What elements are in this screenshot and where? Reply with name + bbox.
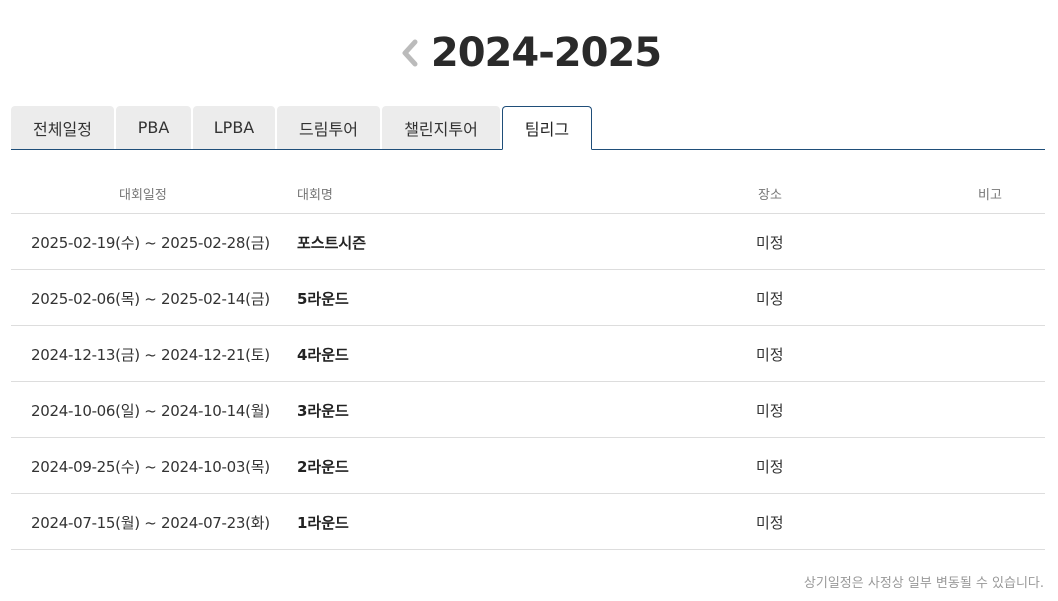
schedule-table: 2025-02-19(수) ~ 2025-02-28(금) 포스트시즌 미정 2…	[11, 214, 1045, 550]
header-place: 장소	[758, 188, 782, 203]
chevron-left-icon[interactable]	[397, 33, 423, 73]
tab-all-schedule[interactable]: 전체일정	[11, 106, 114, 149]
row-name[interactable]: 3라운드	[297, 382, 349, 438]
tab-team-league[interactable]: 팀리그	[502, 106, 592, 150]
row-name[interactable]: 2라운드	[297, 438, 349, 494]
table-header: 대회일정 대회명 장소 비고	[11, 172, 1045, 214]
row-name[interactable]: 5라운드	[297, 270, 349, 326]
schedule-disclaimer: 상기일정은 사정상 일부 변동될 수 있습니다.	[803, 576, 1044, 591]
tab-challenge-tour[interactable]: 챌린지투어	[382, 106, 500, 149]
season-header: 2024-2025	[0, 30, 1058, 76]
table-row: 2024-12-13(금) ~ 2024-12-21(토) 4라운드 미정	[11, 326, 1045, 382]
row-place: 미정	[756, 457, 784, 476]
header-note: 비고	[978, 188, 1002, 203]
tab-lpba[interactable]: LPBA	[193, 106, 275, 149]
table-row: 2025-02-19(수) ~ 2025-02-28(금) 포스트시즌 미정	[11, 214, 1045, 270]
row-date: 2025-02-06(목) ~ 2025-02-14(금)	[31, 289, 270, 308]
row-date: 2024-12-13(금) ~ 2024-12-21(토)	[31, 345, 270, 364]
row-date: 2025-02-19(수) ~ 2025-02-28(금)	[31, 233, 270, 252]
tab-pba[interactable]: PBA	[116, 106, 191, 149]
header-date: 대회일정	[119, 188, 167, 203]
tab-bar: 전체일정 PBA LPBA 드림투어 챌린지투어 팀리그	[11, 106, 1045, 150]
table-row: 2024-07-15(월) ~ 2024-07-23(화) 1라운드 미정	[11, 494, 1045, 550]
table-row: 2024-09-25(수) ~ 2024-10-03(목) 2라운드 미정	[11, 438, 1045, 494]
table-row: 2025-02-06(목) ~ 2025-02-14(금) 5라운드 미정	[11, 270, 1045, 326]
row-place: 미정	[756, 345, 784, 364]
table-row: 2024-10-06(일) ~ 2024-10-14(월) 3라운드 미정	[11, 382, 1045, 438]
row-name[interactable]: 1라운드	[297, 494, 349, 550]
row-date: 2024-07-15(월) ~ 2024-07-23(화)	[31, 513, 270, 532]
row-place: 미정	[756, 289, 784, 308]
season-title: 2024-2025	[430, 30, 662, 76]
row-name[interactable]: 포스트시즌	[297, 214, 366, 270]
tab-dream-tour[interactable]: 드림투어	[277, 106, 380, 149]
row-date: 2024-10-06(일) ~ 2024-10-14(월)	[31, 401, 270, 420]
header-name: 대회명	[297, 188, 333, 203]
row-date: 2024-09-25(수) ~ 2024-10-03(목)	[31, 457, 270, 476]
row-place: 미정	[756, 513, 784, 532]
row-place: 미정	[756, 401, 784, 420]
row-place: 미정	[756, 233, 784, 252]
row-name[interactable]: 4라운드	[297, 326, 349, 382]
